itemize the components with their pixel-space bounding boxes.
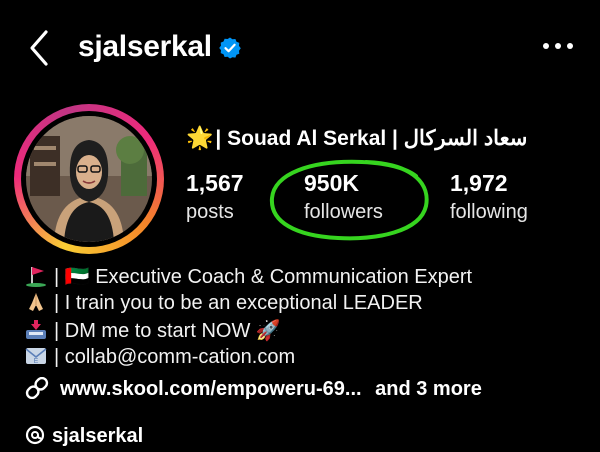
bio-link-text: www.skool.com/empoweru-69... <box>60 378 362 400</box>
email-icon: E <box>25 348 47 365</box>
glowing-star-icon: 🌟 <box>186 125 214 150</box>
stat-posts-label: posts <box>186 201 234 223</box>
stat-following-label: following <box>450 201 528 223</box>
svg-text:E: E <box>34 358 39 365</box>
highlight-circle-annotation <box>269 159 429 241</box>
back-button[interactable] <box>22 28 62 68</box>
golf-flag-icon <box>26 267 46 287</box>
stat-following-value: 1,972 <box>450 170 508 196</box>
threads-handle: sjalserkal <box>52 425 144 447</box>
more-horizontal-icon <box>543 43 549 49</box>
profile-username: sjalserkal <box>78 30 212 63</box>
threads-icon <box>25 425 45 445</box>
threads-badge[interactable]: sjalserkal <box>24 424 143 448</box>
praying-hands-icon <box>29 293 43 311</box>
bio-link[interactable]: www.skool.com/empoweru-69... and 3 more <box>24 377 482 401</box>
inbox-tray-icon <box>26 320 46 339</box>
bio-line-2: | I train you to be an exceptional LEADE… <box>24 291 423 315</box>
profile-display-name: 🌟| Souad Al Serkal | سعاد السركال <box>186 125 528 150</box>
stat-posts[interactable]: 1,567 posts <box>186 170 244 224</box>
stat-posts-value: 1,567 <box>186 170 244 196</box>
bio-line-3: | DM me to start NOW 🚀 <box>24 318 281 343</box>
stat-following[interactable]: 1,972 following <box>450 170 528 224</box>
more-options-button[interactable] <box>540 36 576 56</box>
link-icon <box>25 377 49 399</box>
profile-photo <box>26 116 152 242</box>
bio-line-1: | 🇦🇪 Executive Coach & Communication Exp… <box>24 264 472 289</box>
avatar[interactable] <box>26 116 152 242</box>
bio-line-4: E | collab@comm-cation.com <box>24 345 295 369</box>
more-links-button[interactable]: and 3 more <box>375 378 482 400</box>
chevron-left-icon <box>30 30 48 66</box>
verified-badge-icon <box>219 37 241 59</box>
